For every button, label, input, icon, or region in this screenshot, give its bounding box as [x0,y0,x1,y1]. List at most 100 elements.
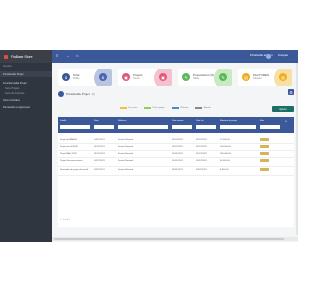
legend-item: Prêt à payer [144,107,165,109]
column-filter-input[interactable] [260,125,280,129]
cell-amount: 200 000,00 [220,152,231,155]
column-filter-input[interactable] [118,125,168,129]
card-subtitle: Valide [193,77,200,80]
column-filter-input[interactable] [60,125,90,129]
sidebar-item-demandes[interactable]: Demandes à approuver [0,104,52,110]
horizontal-scrollbar[interactable] [52,237,298,241]
cell-date: 01/11/2021 [94,152,105,155]
avatar[interactable] [266,53,271,59]
status-badge [260,145,269,148]
status-badge [260,159,269,162]
legend-label: Prêt à payer [152,107,165,109]
status-badge [260,168,269,171]
filter-icon[interactable] [58,91,64,97]
dollar-icon: $ [62,73,70,81]
card-title: Propositions (0) [193,73,215,77]
arrow-left-icon[interactable]: ← [66,54,70,58]
cell-name: Projet d'investissement [60,159,83,162]
settings-icon[interactable]: ⚙ [285,120,287,123]
cell-referent: Franck Renaud [118,145,133,148]
table-row[interactable]: Demande de projet du travail 02/11/2021 … [58,167,294,176]
cell-date-start: 01/10/2021 [172,138,183,141]
legend-swatch [120,107,127,109]
cell-date: 04/11/2021 [94,138,105,141]
card-subtitle: Indiquée [253,77,262,80]
status-badge [260,138,269,141]
cell-date-start: 01/01/2021 [172,168,183,171]
cell-date-end: 31/12/2021 [196,145,207,148]
column-filter-input[interactable] [172,125,192,129]
gear-icon[interactable]: ⚙ [288,89,294,95]
sidebar-item-suivi-activites[interactable]: Suivi de Activités [0,90,52,96]
projects-table: Libellé Date Référent Date entrée Date f… [58,117,294,227]
legend-item: Annulé [195,107,211,109]
card-action-icon[interactable]: $ [99,73,107,81]
column-header[interactable]: Date entrée [172,120,183,122]
scrollbar-thumb[interactable] [54,238,284,240]
table-row[interactable]: Projet d'investissement 02/11/2021 Franc… [58,158,294,167]
legend-swatch [195,107,203,109]
status-legend: En cours Prêt à payer Clôturée Annulé [120,107,211,109]
card-action-icon[interactable]: ▣ [159,73,167,81]
filter-label: Portefeuille Projet [66,92,90,96]
card-title: Projets [133,73,143,77]
sidebar-item-portefeuille[interactable]: Portefeuille Projet [0,71,52,77]
cell-amount: 100 000,00 [220,145,231,148]
sidebar-item-suivi-controles[interactable]: Suivi contrôles [0,97,52,103]
filter-count: (5) [91,92,95,96]
card-subtitle: Chiffre [73,77,80,80]
column-header[interactable]: Date [94,120,99,122]
card-propositions[interactable]: ✎ Propositions (0) Valide ✎ [178,69,232,86]
app: FiaBase Store Gestion Portefeuille Proje… [0,0,300,300]
card-factures[interactable]: ▤ FACTURES Indiquée ▤ [238,69,292,86]
briefcase-icon: ▣ [122,73,130,81]
cell-amount: 75 000,00 [220,138,230,141]
table-row[interactable]: Projet de MARKS 04/11/2021 Franck Renaud… [58,137,294,144]
app-name: FiaBase Store [11,54,33,59]
cell-name: Projet de MARKS [60,138,78,141]
cell-date-start: 01/01/2021 [172,159,183,162]
table-row[interactable]: Projet test 503545 01/11/2021 Franck Ren… [58,144,294,151]
sidebar-section-label: Gestion [3,65,12,68]
cell-date: 02/11/2021 [94,168,105,171]
chat-icon: ✎ [182,73,190,81]
column-header[interactable]: Référent [118,120,126,122]
cell-name: Demande de projet du travail [60,168,89,171]
card-projets[interactable]: ▣ Projets Ouvert ▣ [118,69,172,86]
cell-name: Projet MAQ 2022 [60,152,77,155]
add-button[interactable]: Ajouter [272,106,294,112]
column-filter-input[interactable] [220,125,256,129]
table-pagination: 1 - 5 sur 5 [60,219,70,221]
column-header[interactable]: Montant du projet [220,120,237,122]
home-icon[interactable]: ⌂ [76,54,78,58]
cell-date-start: 01/11/2021 [172,145,183,148]
card-action-icon[interactable]: ✎ [219,73,227,81]
vertical-scrollbar[interactable] [296,63,298,235]
column-header[interactable]: Date fin [196,120,204,122]
card-action-icon[interactable]: ▤ [279,73,287,81]
column-filter-input[interactable] [196,125,216,129]
table-row[interactable]: Projet MAQ 2022 01/11/2021 Franck Renaud… [58,151,294,158]
cell-referent: Franck Renaud [118,138,133,141]
column-header[interactable]: Etat [260,120,264,122]
legend-label: Annulé [203,107,211,109]
cell-amount: 60 000,00 [220,159,230,162]
logo-icon [4,54,8,59]
table-header: Libellé Date Référent Date entrée Date f… [58,117,294,133]
brand[interactable]: FiaBase Store [0,50,52,63]
card-title: FACTURES [253,73,270,77]
cell-date: 01/11/2021 [94,145,105,148]
legend-label: En cours [128,107,138,109]
legend-item: Clôturée [171,107,189,109]
menu-icon[interactable]: ≡ [56,54,58,58]
cell-date-end: 31/12/2021 [196,138,207,141]
language-selector[interactable]: Français [278,54,288,57]
cell-referent: Franck Renaud [118,159,133,162]
topbar: ≡ ← ⌂ Portefeuille actuel ▾ Français [52,50,298,63]
main-content: $ Total Chiffre $ ▣ Projets Ouvert ▣ ✎ P… [52,63,298,242]
legend-label: Clôturée [180,107,189,109]
column-header[interactable]: Libellé [60,120,66,122]
column-filter-input[interactable] [94,125,114,129]
card-total[interactable]: $ Total Chiffre $ [58,69,112,86]
filter-row: Portefeuille Projet (5) [58,91,95,97]
